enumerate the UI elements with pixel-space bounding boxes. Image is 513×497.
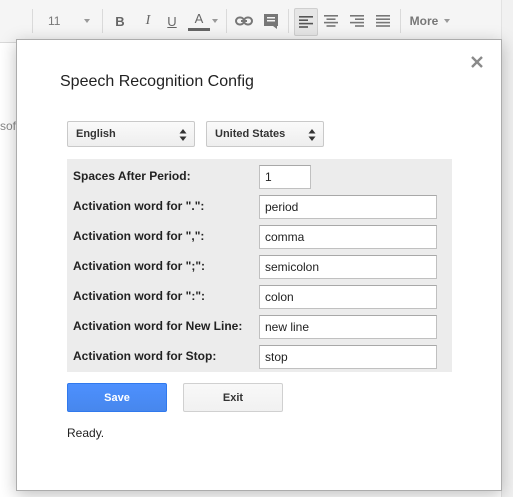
setting-row: Activation word for ",":: [67, 221, 452, 251]
align-right-icon: [350, 15, 364, 27]
close-icon: [471, 56, 483, 68]
setting-label: Spaces After Period:: [73, 169, 191, 183]
save-button-label: Save: [104, 391, 130, 404]
align-justify-button[interactable]: [372, 0, 394, 42]
status-text: Ready.: [67, 426, 105, 440]
region-select[interactable]: United States: [206, 121, 324, 147]
semicolon-word-input[interactable]: [259, 255, 437, 279]
underline-label: U: [167, 13, 177, 29]
spaces-after-period-input[interactable]: [259, 165, 311, 189]
bold-button[interactable]: B: [110, 0, 130, 42]
setting-label: Activation word for ".":: [73, 199, 205, 213]
more-menu-button[interactable]: More: [404, 0, 456, 42]
setting-row: Activation word for ".":: [67, 191, 452, 221]
link-icon: [235, 16, 253, 26]
toolbar-divider: [32, 9, 33, 33]
bold-label: B: [115, 13, 125, 29]
close-button[interactable]: [469, 54, 485, 70]
align-center-icon: [324, 15, 338, 27]
settings-table: Spaces After Period: Activation word for…: [67, 159, 452, 372]
new-line-word-input[interactable]: [259, 315, 437, 339]
chevron-down-icon: [212, 19, 218, 23]
text-color-dropdown[interactable]: [211, 0, 219, 42]
more-label: More: [409, 14, 439, 28]
setting-label: Activation word for ";":: [73, 259, 206, 273]
setting-label: Activation word for ":":: [73, 289, 206, 303]
toolbar-divider: [400, 9, 401, 33]
setting-row: Activation word for ";":: [67, 251, 452, 281]
toolbar-divider: [102, 9, 103, 33]
page-scrollbar[interactable]: [501, 0, 513, 497]
period-word-input[interactable]: [259, 195, 437, 219]
font-size-value: 11: [48, 14, 61, 28]
align-left-icon: [299, 16, 313, 28]
exit-button[interactable]: Exit: [183, 383, 283, 412]
dialog-title: Speech Recognition Config: [60, 73, 254, 90]
align-center-button[interactable]: [320, 0, 342, 42]
document-text-fragment: sof: [0, 119, 17, 133]
toolbar-divider: [288, 9, 289, 33]
comma-word-input[interactable]: [259, 225, 437, 249]
editor-toolbar: 11 B I U A More: [0, 0, 513, 43]
italic-button[interactable]: I: [138, 0, 158, 42]
setting-label: Activation word for Stop:: [73, 349, 217, 363]
insert-link-button[interactable]: [232, 0, 256, 42]
toolbar-divider: [226, 9, 227, 33]
text-color-swatch: [188, 27, 210, 31]
align-left-button[interactable]: [294, 8, 318, 36]
exit-button-label: Exit: [222, 391, 244, 404]
speech-config-dialog: Speech Recognition Config English United…: [16, 39, 502, 491]
select-arrows-icon: [179, 129, 187, 141]
stop-word-input[interactable]: [259, 345, 437, 369]
align-right-button[interactable]: [346, 0, 368, 42]
setting-label: Activation word for ",":: [73, 229, 205, 243]
setting-row: Activation word for New Line:: [67, 311, 452, 341]
underline-button[interactable]: U: [162, 0, 182, 42]
language-select[interactable]: English: [67, 121, 195, 147]
font-size-dropdown[interactable]: 11: [34, 0, 98, 42]
text-color-button[interactable]: A: [187, 0, 211, 42]
insert-comment-button[interactable]: [260, 0, 282, 42]
italic-label: I: [145, 13, 151, 28]
region-select-value: United States: [215, 128, 286, 140]
save-button[interactable]: Save: [67, 383, 167, 412]
setting-row: Spaces After Period:: [67, 161, 452, 191]
setting-label: Activation word for New Line:: [73, 319, 243, 333]
setting-row: Activation word for ":":: [67, 281, 452, 311]
text-color-label: A: [194, 10, 204, 26]
language-select-value: English: [76, 128, 116, 140]
chevron-down-icon: [84, 19, 90, 23]
setting-row: Activation word for Stop:: [67, 341, 452, 371]
select-arrows-icon: [308, 129, 316, 141]
chevron-down-icon: [444, 19, 451, 23]
comment-icon: [264, 14, 278, 29]
align-justify-icon: [376, 15, 390, 27]
colon-word-input[interactable]: [259, 285, 437, 309]
